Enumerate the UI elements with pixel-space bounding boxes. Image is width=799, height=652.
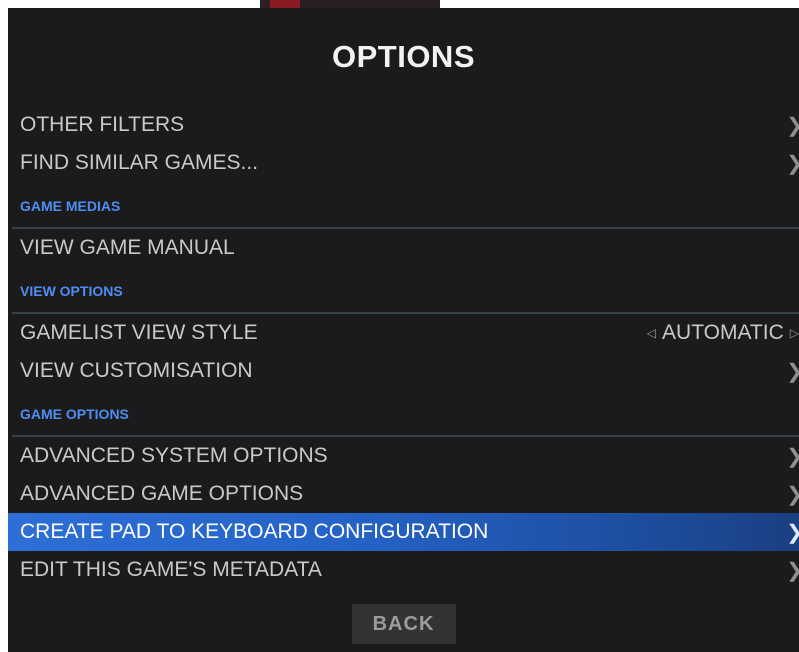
chevron-right-icon: ❯ — [786, 475, 799, 513]
options-menu-list: OTHER FILTERS ❯ FIND SIMILAR GAMES... ❯ … — [8, 106, 799, 589]
option-value: AUTOMATIC — [662, 321, 784, 344]
menu-item-label: ADVANCED GAME OPTIONS — [20, 482, 304, 505]
chevron-right-icon: ❯ — [786, 551, 799, 589]
chevron-right-icon: ❯ — [786, 437, 799, 475]
section-header-view-options: VIEW OPTIONS — [8, 267, 799, 314]
menu-item-label: CREATE PAD TO KEYBOARD CONFIGURATION — [20, 520, 489, 543]
menu-item-advanced-game-options[interactable]: ADVANCED GAME OPTIONS ❯ — [8, 475, 799, 513]
section-header-game-options: GAME OPTIONS — [8, 390, 799, 437]
menu-item-label: EDIT THIS GAME'S METADATA — [20, 558, 322, 581]
menu-item-view-game-manual[interactable]: VIEW GAME MANUAL — [8, 229, 799, 267]
menu-item-label: GAMELIST VIEW STYLE — [20, 321, 258, 344]
option-value-selector[interactable]: ◁ AUTOMATIC ▷ — [641, 314, 799, 352]
menu-item-other-filters[interactable]: OTHER FILTERS ❯ — [8, 106, 799, 144]
chevron-right-icon: ❯ — [786, 144, 799, 182]
options-dialog: OPTIONS OTHER FILTERS ❯ FIND SIMILAR GAM… — [8, 8, 799, 652]
back-button[interactable]: BACK — [351, 604, 456, 644]
menu-item-label: FIND SIMILAR GAMES... — [20, 151, 259, 174]
menu-item-label: VIEW CUSTOMISATION — [20, 359, 253, 382]
menu-item-label: ADVANCED SYSTEM OPTIONS — [20, 444, 328, 467]
menu-item-advanced-system-options[interactable]: ADVANCED SYSTEM OPTIONS ❯ — [8, 437, 799, 475]
chevron-right-icon: ❯ — [786, 513, 799, 551]
menu-item-view-customisation[interactable]: VIEW CUSTOMISATION ❯ — [8, 352, 799, 390]
dialog-footer: BACK — [8, 604, 799, 644]
chevron-right-icon: ❯ — [786, 106, 799, 144]
menu-item-find-similar-games[interactable]: FIND SIMILAR GAMES... ❯ — [8, 144, 799, 182]
dialog-title: OPTIONS — [331, 39, 475, 74]
chevron-right-icon: ❯ — [786, 352, 799, 390]
menu-item-gamelist-view-style[interactable]: GAMELIST VIEW STYLE ◁ AUTOMATIC ▷ — [8, 314, 799, 352]
section-header-game-medias: GAME MEDIAS — [8, 182, 799, 229]
menu-item-label: OTHER FILTERS — [20, 113, 185, 136]
menu-item-label: VIEW GAME MANUAL — [20, 236, 235, 259]
menu-item-create-pad-to-keyboard-configuration[interactable]: CREATE PAD TO KEYBOARD CONFIGURATION ❯ — [8, 513, 799, 551]
menu-item-edit-game-metadata[interactable]: EDIT THIS GAME'S METADATA ❯ — [8, 551, 799, 589]
arrow-right-icon[interactable]: ▷ — [790, 326, 799, 340]
arrow-left-icon[interactable]: ◁ — [647, 326, 656, 340]
